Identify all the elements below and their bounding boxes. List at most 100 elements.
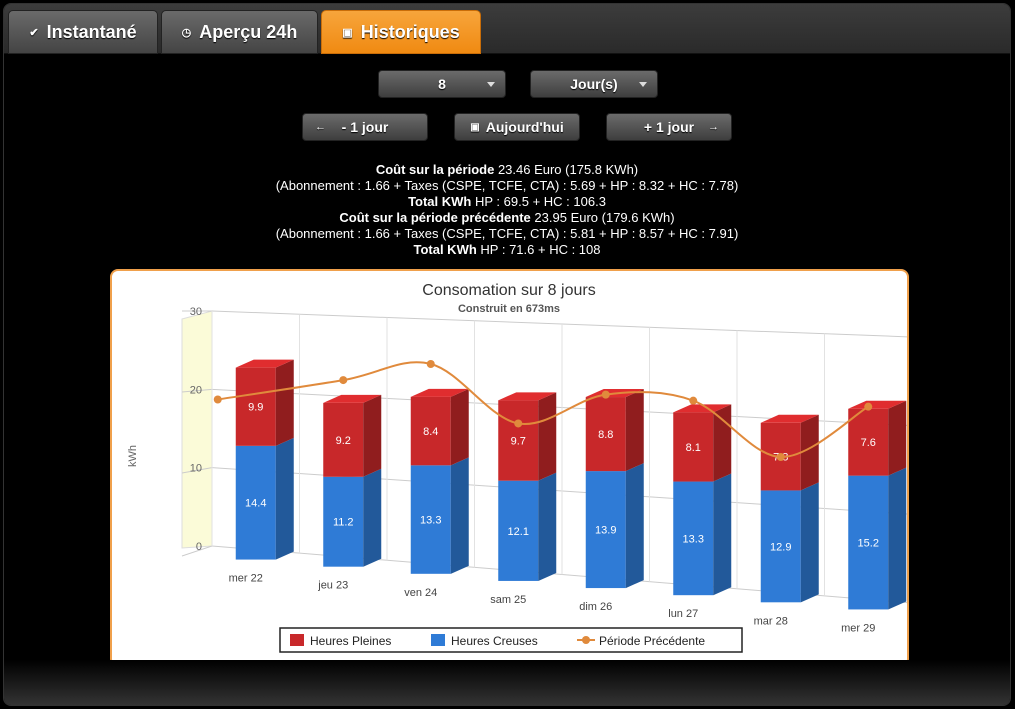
clock-icon: ◷	[181, 26, 192, 39]
bar-heures-creuses-side	[713, 473, 732, 596]
data-label-heures-pleines: 9.2	[336, 435, 351, 447]
chevron-down-icon	[639, 82, 647, 87]
bar-heures-creuses-side	[800, 482, 819, 603]
bar-heures-pleines-side	[800, 414, 819, 491]
cost-label: Coût sur la période	[375, 162, 495, 177]
tab-label: Historiques	[360, 21, 460, 42]
arrow-right-icon: →	[708, 121, 719, 133]
today-label: Aujourd'hui	[485, 119, 564, 135]
data-label-heures-creuses: 13.9	[595, 525, 616, 537]
bar-heures-creuses-side	[450, 457, 469, 574]
bar-heures-pleines-side	[538, 392, 557, 481]
calendar-icon: ▣	[342, 26, 353, 39]
prev-cost-value: 23.95 Euro (179.6 KWh)	[534, 210, 675, 225]
next-day-button[interactable]: + 1 jour →	[606, 113, 732, 141]
bar-heures-creuses-side	[538, 472, 557, 581]
data-label-heures-pleines: 8.8	[598, 429, 613, 441]
bottom-bar	[4, 660, 1010, 705]
bar-heures-pleines-side	[363, 394, 382, 477]
bar-heures-pleines	[498, 392, 557, 481]
tab-label: Aperçu 24h	[199, 21, 298, 42]
data-label-heures-pleines: 9.7	[511, 435, 526, 447]
x-tick-label: mer 22	[229, 573, 263, 585]
line-point-periode-precedente	[776, 453, 785, 462]
data-label-heures-creuses: 12.1	[508, 526, 529, 538]
y-tick-label: 30	[190, 306, 202, 318]
tab-label: Instantané	[46, 21, 137, 42]
bar-heures-creuses-side	[363, 468, 382, 567]
cost-detail: (Abonnement : 1.66 + Taxes (CSPE, TCFE, …	[275, 178, 739, 193]
line-point-periode-precedente	[689, 396, 698, 405]
data-label-heures-creuses: 13.3	[420, 515, 441, 527]
prev-day-button[interactable]: ← - 1 jour	[302, 113, 428, 141]
data-label-heures-pleines: 9.9	[248, 402, 263, 414]
line-point-periode-precedente	[864, 402, 873, 411]
data-label-heures-creuses: 12.9	[770, 541, 791, 553]
y-axis-label: kWh	[127, 445, 139, 467]
y-tick-label: 10	[190, 463, 202, 475]
prev-cost-line: Coût sur la période précédente 23.95 Eur…	[4, 210, 1010, 226]
prev-cost-label: Coût sur la période précédente	[339, 210, 531, 225]
x-tick-label: mar 28	[754, 615, 788, 627]
line-point-periode-precedente	[213, 395, 222, 404]
tab-apercu-24h[interactable]: ◷ Aperçu 24h	[161, 10, 318, 54]
chevron-down-icon	[487, 82, 495, 87]
count-value: 8	[438, 76, 446, 92]
total-value: HP : 69.5 + HC : 106.3	[475, 194, 606, 209]
bar-heures-pleines-side	[450, 388, 469, 466]
bar-heures-pleines-side	[713, 404, 732, 482]
bar-heures-pleines	[585, 389, 644, 472]
total-line: Total KWh HP : 69.5 + HC : 106.3	[4, 194, 1010, 210]
cost-line: Coût sur la période 23.46 Euro (175.8 KW…	[4, 162, 1010, 178]
bar-heures-pleines-side	[625, 389, 644, 472]
unit-select[interactable]: Jour(s)	[530, 70, 658, 98]
bar-heures-pleines	[848, 400, 907, 476]
x-tick-label: dim 26	[579, 601, 612, 613]
prev-total-label: Total KWh	[413, 242, 477, 257]
consumption-chart: Consomation sur 8 jours Construit en 673m…	[127, 282, 913, 653]
legend-item-label: Période Précédente	[599, 634, 705, 648]
unit-value: Jour(s)	[570, 76, 618, 92]
bar-heures-pleines	[410, 388, 469, 466]
arrow-left-icon: ←	[315, 121, 326, 133]
chart-title: Consomation sur 8 jours	[422, 282, 595, 299]
y-tick-label: 0	[196, 541, 202, 553]
bar-heures-creuses-side	[888, 467, 907, 610]
prev-cost-detail: (Abonnement : 1.66 + Taxes (CSPE, TCFE, …	[275, 226, 739, 241]
data-label-heures-creuses: 14.4	[245, 498, 266, 510]
legend-swatch	[431, 634, 445, 646]
prev-total-value: HP : 71.6 + HC : 108	[480, 242, 601, 257]
line-point-periode-precedente	[339, 376, 348, 385]
line-point-periode-precedente	[514, 419, 523, 428]
count-select[interactable]: 8	[378, 70, 506, 98]
bar-heures-pleines	[323, 394, 382, 477]
legend-swatch	[290, 634, 304, 646]
bar-heures-pleines	[235, 359, 294, 446]
x-tick-label: lun 27	[668, 608, 698, 620]
tab-historiques[interactable]: ▣ Historiques	[321, 10, 481, 54]
bar-heures-creuses-side	[275, 437, 294, 560]
chart-container: Consomation sur 8 jours Construit en 673m…	[110, 269, 913, 667]
app-frame: ✔ Instantané ◷ Aperçu 24h ▣ Historiques …	[3, 3, 1011, 706]
bar-heures-pleines	[760, 414, 819, 491]
data-label-heures-creuses: 15.2	[858, 538, 879, 550]
x-tick-label: ven 24	[404, 587, 437, 599]
chart-side-wall	[181, 310, 213, 549]
next-day-label: + 1 jour	[643, 119, 695, 135]
prev-total-line: Total KWh HP : 71.6 + HC : 108	[4, 242, 1010, 258]
today-button[interactable]: ▣ Aujourd'hui	[454, 113, 580, 141]
cost-summary: Coût sur la période 23.46 Euro (175.8 KW…	[4, 162, 1010, 258]
check-icon: ✔	[29, 26, 39, 39]
chart-subtitle: Construit en 673ms	[458, 303, 560, 315]
data-label-heures-creuses: 13.3	[683, 533, 704, 545]
bar-heures-pleines	[673, 404, 732, 482]
total-label: Total KWh	[408, 194, 472, 209]
data-label-heures-pleines: 8.4	[423, 426, 438, 438]
chart-legend: Heures Pleines Heures Creuses Période Préc…	[279, 627, 743, 653]
cost-value: 23.46 Euro (175.8 KWh)	[497, 162, 639, 177]
tab-instantane[interactable]: ✔ Instantané	[8, 10, 158, 54]
bar-heures-pleines-side	[275, 359, 294, 446]
x-tick-label: jeu 23	[317, 580, 348, 592]
data-label-heures-creuses: 11.2	[333, 517, 354, 529]
bar-heures-creuses-side	[625, 463, 644, 589]
